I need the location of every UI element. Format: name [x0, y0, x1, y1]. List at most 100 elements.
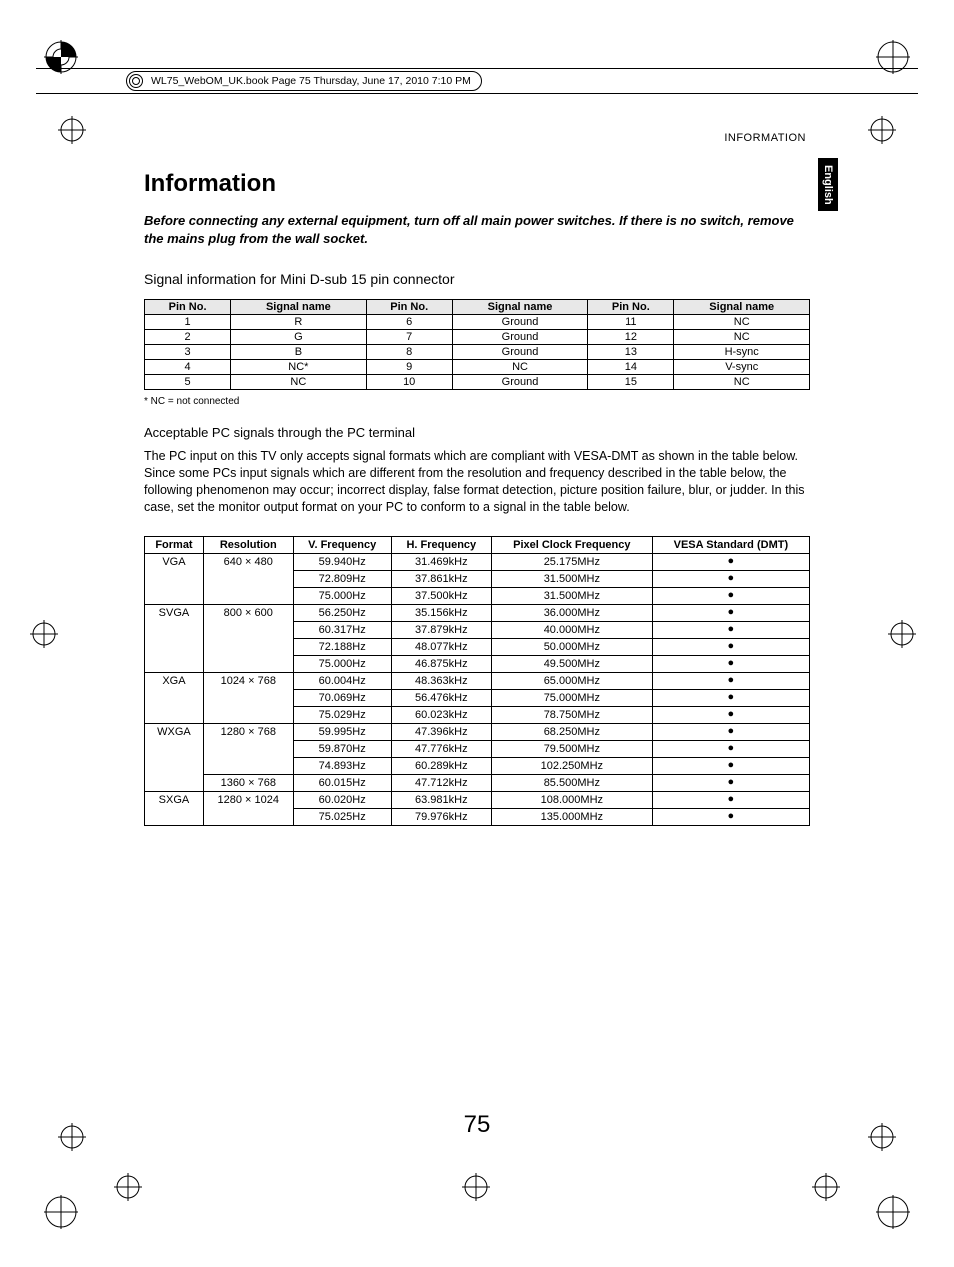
pc-table-cell: 59.940Hz: [293, 553, 391, 570]
print-header-text: WL75_WebOM_UK.book Page 75 Thursday, Jun…: [151, 75, 471, 87]
dmt-dot-cell: ●: [652, 672, 809, 689]
table-row: 5NC10Ground15NC: [145, 375, 810, 390]
table-row: VGA640 × 48059.940Hz31.469kHz25.175MHz●: [145, 553, 810, 570]
pin-table-cell: G: [231, 330, 367, 345]
pin-table-cell: 5: [145, 375, 231, 390]
pc-table-cell: 50.000MHz: [491, 638, 652, 655]
pc-table-cell: 75.000Hz: [293, 655, 391, 672]
pin-table-header: Pin No.: [366, 300, 452, 315]
pc-table-header: Pixel Clock Frequency: [491, 536, 652, 553]
pc-table-cell: 37.861kHz: [391, 570, 491, 587]
pin-table-cell: 12: [588, 330, 674, 345]
print-header-bar: WL75_WebOM_UK.book Page 75 Thursday, Jun…: [36, 68, 918, 94]
pc-table-header: VESA Standard (DMT): [652, 536, 809, 553]
dmt-dot-cell: ●: [652, 706, 809, 723]
table-row: 1R6Ground11NC: [145, 315, 810, 330]
dmt-dot-cell: ●: [652, 740, 809, 757]
page-title: Information: [144, 170, 810, 198]
pin-table-cell: R: [231, 315, 367, 330]
pin-table-cell: 8: [366, 345, 452, 360]
resolution-cell: 1280 × 1024: [203, 791, 293, 825]
resolution-cell: 1024 × 768: [203, 672, 293, 723]
pin-table-cell: 2: [145, 330, 231, 345]
pin-table-cell: 3: [145, 345, 231, 360]
pc-table-cell: 75.000MHz: [491, 689, 652, 706]
pin-table-cell: NC: [674, 315, 810, 330]
pc-table-cell: 49.500MHz: [491, 655, 652, 672]
pc-table-cell: 70.069Hz: [293, 689, 391, 706]
pc-table-header: H. Frequency: [391, 536, 491, 553]
format-cell: SVGA: [145, 604, 204, 672]
table-row: 1360 × 76860.015Hz47.712kHz85.500MHz●: [145, 774, 810, 791]
pc-signals-heading: Acceptable PC signals through the PC ter…: [144, 425, 810, 440]
pc-signals-table: FormatResolutionV. FrequencyH. Frequency…: [144, 536, 810, 826]
pc-table-cell: 60.004Hz: [293, 672, 391, 689]
pin-table-cell: 13: [588, 345, 674, 360]
pc-table-cell: 102.250MHz: [491, 757, 652, 774]
pc-table-cell: 74.893Hz: [293, 757, 391, 774]
pc-table-cell: 72.188Hz: [293, 638, 391, 655]
pin-table-cell: H-sync: [674, 345, 810, 360]
cross-mark-icon: [888, 620, 916, 648]
cross-mark-icon: [868, 116, 896, 144]
pc-table-cell: 72.809Hz: [293, 570, 391, 587]
dmt-dot-cell: ●: [652, 757, 809, 774]
pc-table-cell: 40.000MHz: [491, 621, 652, 638]
resolution-cell: 1280 × 768: [203, 723, 293, 774]
format-cell: VGA: [145, 553, 204, 604]
pin-table-cell: 4: [145, 360, 231, 375]
pc-table-cell: 59.870Hz: [293, 740, 391, 757]
pin-table-cell: B: [231, 345, 367, 360]
warning-text: Before connecting any external equipment…: [144, 212, 810, 247]
table-row: SVGA800 × 60056.250Hz35.156kHz36.000MHz●: [145, 604, 810, 621]
format-cell: XGA: [145, 672, 204, 723]
dmt-dot-cell: ●: [652, 655, 809, 672]
pin-table-cell: 6: [366, 315, 452, 330]
pin-table-header: Pin No.: [588, 300, 674, 315]
pin-table-header: Signal name: [674, 300, 810, 315]
pin-table-cell: 15: [588, 375, 674, 390]
resolution-cell: 800 × 600: [203, 604, 293, 672]
pin-table-cell: 7: [366, 330, 452, 345]
pc-table-cell: 65.000MHz: [491, 672, 652, 689]
pc-table-cell: 36.000MHz: [491, 604, 652, 621]
book-icon: [129, 74, 143, 88]
pin-table-cell: 10: [366, 375, 452, 390]
pc-table-cell: 35.156kHz: [391, 604, 491, 621]
dmt-dot-cell: ●: [652, 723, 809, 740]
pc-table-cell: 47.776kHz: [391, 740, 491, 757]
dmt-dot-cell: ●: [652, 791, 809, 808]
pc-table-cell: 31.500MHz: [491, 570, 652, 587]
cross-mark-icon: [58, 116, 86, 144]
pc-table-cell: 37.879kHz: [391, 621, 491, 638]
pin-table-cell: 14: [588, 360, 674, 375]
pc-table-cell: 60.015Hz: [293, 774, 391, 791]
pin-table-cell: Ground: [452, 375, 588, 390]
pc-table-cell: 79.976kHz: [391, 808, 491, 825]
table-row: 3B8Ground13H-sync: [145, 345, 810, 360]
dmt-dot-cell: ●: [652, 604, 809, 621]
cross-mark-icon: [462, 1173, 490, 1201]
pin-table-cell: NC: [674, 375, 810, 390]
pc-table-cell: 78.750MHz: [491, 706, 652, 723]
pc-table-cell: 46.875kHz: [391, 655, 491, 672]
pc-table-cell: 60.020Hz: [293, 791, 391, 808]
pin-table-cell: V-sync: [674, 360, 810, 375]
cross-mark-icon: [812, 1173, 840, 1201]
pc-table-cell: 37.500kHz: [391, 587, 491, 604]
pin-table-heading: Signal information for Mini D-sub 15 pin…: [144, 271, 810, 287]
pin-signal-table: Pin No.Signal namePin No.Signal namePin …: [144, 299, 810, 390]
pc-table-cell: 47.396kHz: [391, 723, 491, 740]
pin-table-cell: Ground: [452, 345, 588, 360]
cross-mark-icon: [114, 1173, 142, 1201]
dmt-dot-cell: ●: [652, 774, 809, 791]
dmt-dot-cell: ●: [652, 587, 809, 604]
table-row: SXGA1280 × 102460.020Hz63.981kHz108.000M…: [145, 791, 810, 808]
pc-table-cell: 31.469kHz: [391, 553, 491, 570]
pc-table-cell: 48.363kHz: [391, 672, 491, 689]
pc-table-cell: 75.025Hz: [293, 808, 391, 825]
dmt-dot-cell: ●: [652, 638, 809, 655]
pc-table-cell: 47.712kHz: [391, 774, 491, 791]
pc-table-cell: 135.000MHz: [491, 808, 652, 825]
pc-table-cell: 60.289kHz: [391, 757, 491, 774]
